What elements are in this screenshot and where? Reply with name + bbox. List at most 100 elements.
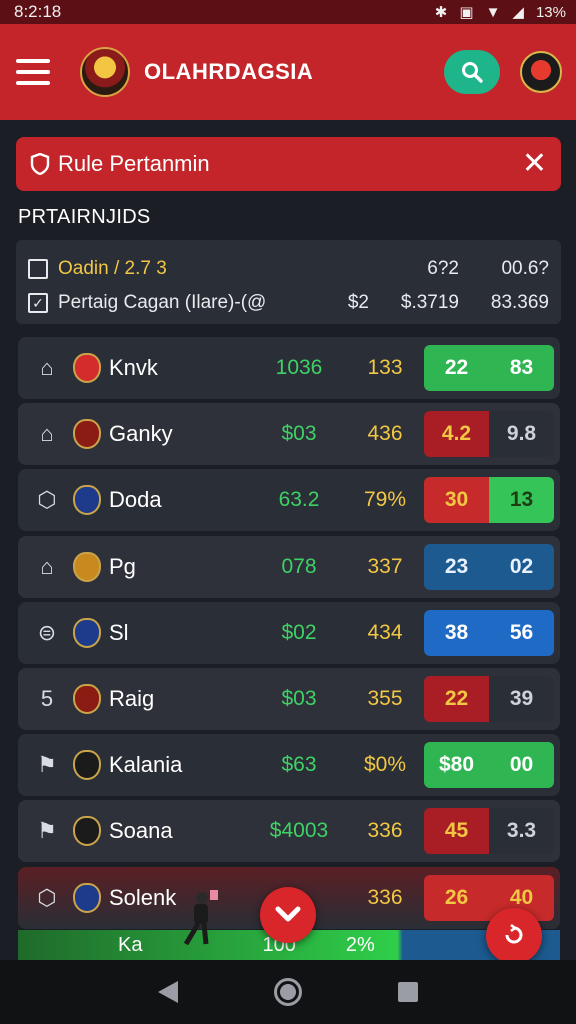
team-name: Pg	[109, 553, 136, 579]
value-2: 79%	[363, 488, 407, 512]
match-row[interactable]: ⌂ Ganky $03 436 4.2 9.8	[18, 403, 560, 466]
value-2: 336	[367, 885, 403, 909]
summary-row: Oadin / 2.7 3 6?2 00.6?	[28, 252, 549, 286]
match-row[interactable]: 5 Raig $03 355 22 39	[18, 667, 560, 730]
wifi-icon: ▼	[485, 3, 501, 21]
team-name: Raig	[109, 685, 155, 711]
player-figure	[183, 890, 218, 946]
summary-value: $.3719	[400, 292, 459, 313]
search-button[interactable]	[444, 50, 500, 94]
refresh-icon	[505, 923, 523, 944]
team-crest	[73, 617, 101, 648]
summary-label: Pertaig Cagan (Ilare)-(@	[58, 292, 267, 313]
value-2: 436	[367, 422, 403, 446]
shield-outline-icon: ⬡	[37, 487, 57, 513]
match-row[interactable]: ⌂ Pg 078 337 23 02	[18, 535, 560, 598]
summary-row: ✓ Pertaig Cagan (Ilare)-(@ $2 $.3719 83.…	[28, 286, 549, 320]
team-name: Doda	[109, 487, 162, 513]
team-crest	[73, 683, 101, 714]
odds-box[interactable]: 30 13	[424, 477, 554, 524]
home-icon: ⌂	[40, 355, 54, 380]
value-1: $02	[281, 620, 317, 644]
match-row[interactable]: ⚑ Kalania $63 $0% $80 00	[18, 734, 560, 797]
vibrate-icon: ▣	[459, 4, 474, 21]
summary-value: 00.6?	[501, 258, 549, 279]
odds-box[interactable]: $80 00	[424, 742, 554, 789]
chevron-down-icon	[275, 906, 301, 922]
team-crest	[73, 419, 101, 450]
odds-value[interactable]: 02	[489, 543, 554, 590]
status-time: 8:2:18	[14, 2, 62, 21]
summary-value: 6?2	[427, 258, 459, 279]
value-2: 133	[367, 356, 403, 379]
odds-box[interactable]: 26 40	[424, 874, 554, 921]
odds-value[interactable]: 38	[424, 609, 489, 656]
odds-value[interactable]: 13	[489, 477, 554, 524]
odds-box[interactable]: 22 39	[424, 675, 554, 722]
flag-icon: ⚑	[37, 752, 57, 778]
ball-icon: ⊜	[37, 619, 57, 645]
battery-text: 13%	[535, 3, 566, 21]
match-row[interactable]: ⬡ Doda 63.2 79% 30 13	[18, 469, 560, 532]
recents-icon[interactable]	[398, 982, 418, 1002]
number-five-icon: 5	[40, 685, 54, 711]
odds-value[interactable]: 23	[424, 543, 489, 590]
value-2: $0%	[363, 753, 407, 777]
value-1: 1036	[275, 356, 323, 379]
team-name: Kalania	[109, 752, 183, 778]
odds-box[interactable]: 4.2 9.8	[424, 411, 554, 458]
refresh-button[interactable]	[486, 908, 542, 964]
app-bar: OLAHRDAGSIA	[0, 24, 576, 120]
summary-label: Oadin / 2.7 3	[58, 258, 167, 279]
match-row[interactable]: ⊜ Sl $02 434 38 56	[18, 601, 560, 664]
bluetooth-icon: ✱	[434, 4, 448, 21]
team-name: Ka	[118, 933, 143, 956]
team-crest	[73, 485, 101, 516]
alert-banner: Rule Pertanmin ✕	[16, 137, 561, 191]
home-button-icon[interactable]	[274, 978, 302, 1006]
shield-outline-icon: ⬡	[37, 884, 57, 910]
value-2: 336	[367, 819, 403, 843]
summary-panel: Oadin / 2.7 3 6?2 00.6? ✓ Pertaig Cagan …	[16, 240, 561, 324]
hamburger-icon[interactable]	[16, 59, 50, 85]
match-row[interactable]: ⚑ Soana $4003 336 45 3.3	[18, 800, 560, 863]
odds-value[interactable]: 22	[424, 675, 489, 722]
close-icon[interactable]: ✕	[522, 149, 547, 179]
back-icon[interactable]	[158, 981, 178, 1003]
odds-box[interactable]: 23 02	[424, 543, 554, 590]
value-2: 355	[367, 686, 403, 710]
odds-value[interactable]: 26	[424, 874, 489, 921]
value-1: 078	[281, 554, 317, 578]
avatar[interactable]	[520, 51, 562, 93]
odds-value[interactable]: $80	[424, 742, 489, 789]
team-name: Ganky	[109, 421, 173, 447]
value-1: $4003	[269, 819, 329, 843]
value-1: $63	[281, 753, 317, 777]
match-row[interactable]: ⌂ Knvk 1036 133 22 83	[18, 337, 560, 399]
odds-box[interactable]: 22 83	[424, 345, 554, 391]
odds-box[interactable]: 45 3.3	[424, 808, 554, 855]
odds-value[interactable]: 00	[489, 742, 554, 789]
alert-text: Rule Pertanmin	[58, 151, 210, 176]
checkbox-checked[interactable]: ✓	[28, 293, 48, 313]
odds-value[interactable]: 22	[424, 345, 489, 391]
odds-value[interactable]: 30	[424, 477, 489, 524]
odds-value[interactable]: 9.8	[489, 411, 554, 458]
odds-value[interactable]: 39	[489, 675, 554, 722]
scroll-down-button[interactable]	[260, 887, 316, 943]
system-nav-bar	[0, 960, 576, 1024]
value-2: 2%	[345, 933, 375, 956]
checkbox[interactable]	[28, 259, 48, 279]
status-bar: 8:2:18 ✱ ▣ ▼ ◢ 13%	[0, 0, 576, 24]
odds-value[interactable]: 83	[489, 345, 554, 391]
odds-box[interactable]: 38 56	[424, 609, 554, 656]
value-1: $03	[281, 422, 317, 446]
odds-value[interactable]: 45	[424, 808, 489, 855]
team-crest	[73, 551, 101, 582]
odds-value[interactable]: 3.3	[489, 808, 554, 855]
odds-value[interactable]: 56	[489, 609, 554, 656]
app-title: OLAHRDAGSIA	[144, 59, 314, 84]
home-icon: ⌂	[40, 553, 54, 579]
odds-value[interactable]: 4.2	[424, 411, 489, 458]
shield-icon	[30, 153, 50, 175]
